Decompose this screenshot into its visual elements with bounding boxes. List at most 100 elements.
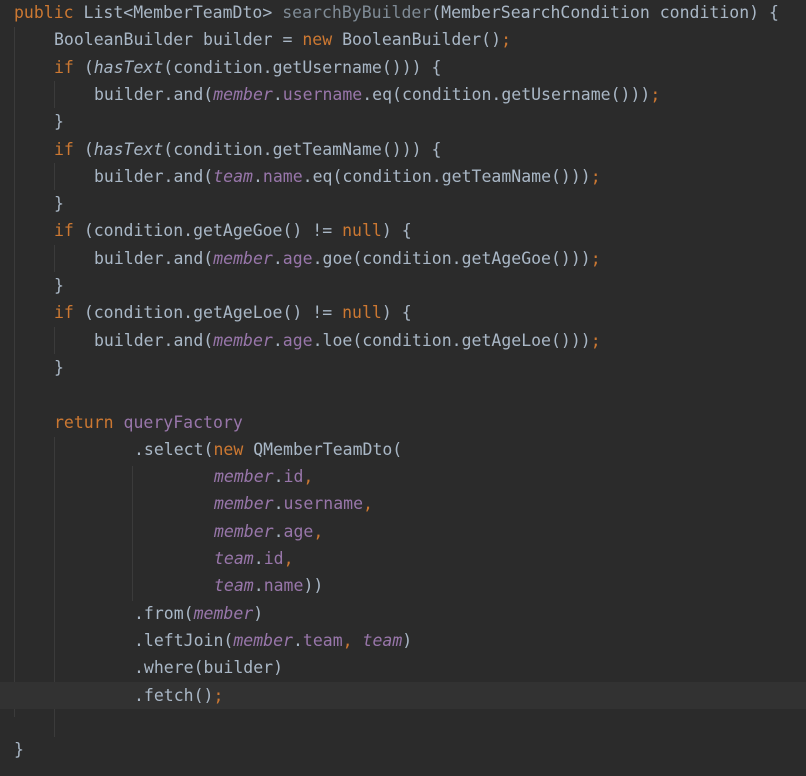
code-token: .select( (134, 439, 214, 459)
code-token: . (253, 549, 264, 568)
code-token: team (302, 630, 343, 650)
code-line[interactable]: } (0, 354, 806, 381)
code-token: member (214, 521, 274, 541)
code-token: . (272, 84, 283, 104)
code-token: builder.and( (94, 248, 214, 268)
code-token: if (54, 303, 84, 323)
code-token: id (283, 467, 304, 487)
code-token: (MemberSearchCondition condition) { (431, 3, 779, 22)
code-token: member (213, 330, 273, 350)
code-line[interactable]: } (0, 190, 806, 217)
code-token: } (54, 357, 64, 377)
code-token: BooleanBuilder builder = (54, 30, 303, 50)
code-token: age (282, 330, 313, 350)
code-line[interactable]: if (hasText(condition.getTeamName())) { (0, 136, 806, 163)
code-token: ) (253, 603, 264, 623)
code-token: null (342, 303, 382, 323)
code-token: . (252, 166, 263, 186)
code-token: .where(builder) (134, 658, 284, 678)
code-token: } (14, 740, 24, 760)
code-line[interactable] (0, 709, 806, 736)
code-token: member (214, 467, 274, 487)
code-token: . (273, 521, 284, 541)
code-token: ) { (381, 303, 412, 323)
code-token: .fetch() (134, 685, 214, 705)
code-token: public (14, 3, 84, 22)
code-line[interactable]: .from(member) (0, 600, 806, 627)
code-line[interactable]: public List<MemberTeamDto> searchByBuild… (0, 0, 806, 26)
code-line[interactable]: .where(builder) (0, 654, 806, 681)
code-token: . (292, 630, 303, 650)
code-token: ; (501, 30, 511, 50)
code-line[interactable]: } (0, 272, 806, 299)
code-token: member (213, 248, 273, 268)
code-token: .loe(condition.getAgeLoe())) (312, 330, 591, 350)
code-token: member (193, 603, 254, 623)
code-token: (condition.getTeamName())) { (163, 139, 442, 159)
code-line[interactable]: } (0, 108, 806, 135)
code-token: if (54, 221, 84, 241)
code-line[interactable]: team.name)) (0, 572, 806, 599)
code-token: (condition.getAgeGoe() != (83, 221, 343, 241)
code-line[interactable]: team.id, (0, 545, 806, 572)
code-token: , (313, 521, 324, 541)
code-token: builder.and( (94, 84, 214, 104)
code-token: builder.and( (94, 166, 214, 186)
code-line[interactable]: if (condition.getAgeGoe() != null) { (0, 217, 806, 244)
code-token: age (282, 248, 313, 268)
code-token: member (233, 630, 293, 650)
code-line[interactable]: } (0, 736, 806, 763)
code-token: member (214, 494, 274, 514)
code-token: ) (402, 630, 413, 650)
code-token: , (303, 467, 314, 487)
code-token: , (283, 549, 294, 568)
code-line[interactable]: member.username, (0, 490, 806, 517)
code-token: . (273, 467, 284, 487)
code-line[interactable]: if (hasText(condition.getUsername())) { (0, 54, 806, 81)
code-token: id (263, 549, 284, 568)
code-token: ; (590, 166, 601, 186)
code-line[interactable]: return queryFactory (0, 409, 806, 436)
code-token: builder.and( (94, 330, 214, 350)
code-line[interactable]: member.age, (0, 518, 806, 545)
code-token: ) { (381, 221, 412, 241)
code-line[interactable]: member.id, (0, 463, 806, 490)
code-token: team (214, 549, 254, 568)
code-token: ; (650, 84, 661, 104)
code-token: , (342, 630, 363, 650)
code-line[interactable]: if (condition.getAgeLoe() != null) { (0, 299, 806, 326)
code-token: List<MemberTeamDto> (83, 3, 283, 22)
code-token: .eq(condition.getUsername())) (362, 84, 651, 104)
code-token: age (283, 521, 314, 541)
code-token: ( (83, 57, 94, 77)
code-token: .eq(condition.getTeamName())) (302, 166, 591, 186)
code-token: } (54, 194, 64, 214)
code-token: (condition.getAgeLoe() != (83, 303, 343, 323)
code-editor[interactable]: public List<MemberTeamDto> searchByBuild… (0, 0, 806, 776)
code-token: new (213, 439, 254, 459)
code-token: member (213, 84, 273, 104)
code-line[interactable] (0, 381, 806, 408)
code-token: .from( (134, 603, 194, 623)
code-line[interactable]: builder.and(member.username.eq(condition… (0, 81, 806, 108)
code-line[interactable]: builder.and(member.age.goe(condition.get… (0, 245, 806, 272)
code-token: BooleanBuilder() (342, 30, 502, 50)
code-token: , (363, 494, 373, 514)
code-token: team (362, 630, 403, 650)
code-token: searchByBuilder (282, 3, 432, 22)
code-line[interactable]: .select(new QMemberTeamDto( (0, 436, 806, 463)
code-line[interactable]: .fetch(); (0, 681, 806, 709)
code-line[interactable]: BooleanBuilder builder = new BooleanBuil… (0, 26, 806, 53)
code-token: team (214, 576, 254, 596)
code-token: . (272, 330, 283, 350)
code-line[interactable]: .leftJoin(member.team, team) (0, 627, 806, 654)
code-token: QMemberTeamDto( (253, 439, 403, 459)
code-token: ( (83, 139, 94, 159)
code-token: ; (590, 248, 601, 268)
code-line[interactable]: builder.and(team.name.eq(condition.getTe… (0, 163, 806, 190)
code-token: queryFactory (123, 412, 243, 432)
code-token: )) (303, 576, 324, 596)
code-token: .goe(condition.getAgeGoe())) (312, 248, 591, 268)
code-token: } (54, 276, 64, 295)
code-line[interactable]: builder.and(member.age.loe(condition.get… (0, 327, 806, 354)
